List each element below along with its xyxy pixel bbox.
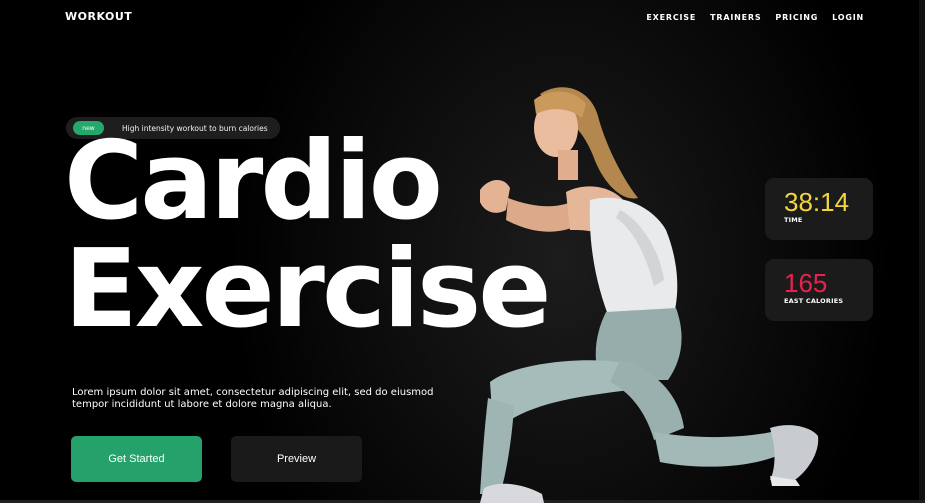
nav-trainers[interactable]: TRAINERS: [710, 13, 761, 22]
nav-login[interactable]: LOGIN: [832, 13, 864, 22]
time-value: 38:14: [784, 187, 850, 217]
logo[interactable]: WORKOUT: [65, 10, 132, 23]
main-nav: EXERCISE TRAINERS PRICING LOGIN: [646, 13, 864, 22]
calories-stat-card: 165 EAST CALORIES: [765, 259, 873, 321]
hero-page: WORKOUT EXERCISE TRAINERS PRICING LOGIN …: [0, 0, 925, 503]
hero-description: Lorem ipsum dolor sit amet, consectetur …: [72, 387, 434, 410]
get-started-button[interactable]: Get Started: [71, 436, 202, 482]
nav-exercise[interactable]: EXERCISE: [646, 13, 696, 22]
nav-pricing[interactable]: PRICING: [775, 13, 818, 22]
preview-button[interactable]: Preview: [231, 436, 362, 482]
time-stat-card: 38:14 TIME: [765, 178, 873, 240]
calories-value: 165: [784, 268, 828, 298]
calories-label: EAST CALORIES: [784, 297, 844, 305]
scrollbar[interactable]: [919, 0, 925, 503]
time-label: TIME: [784, 216, 803, 224]
